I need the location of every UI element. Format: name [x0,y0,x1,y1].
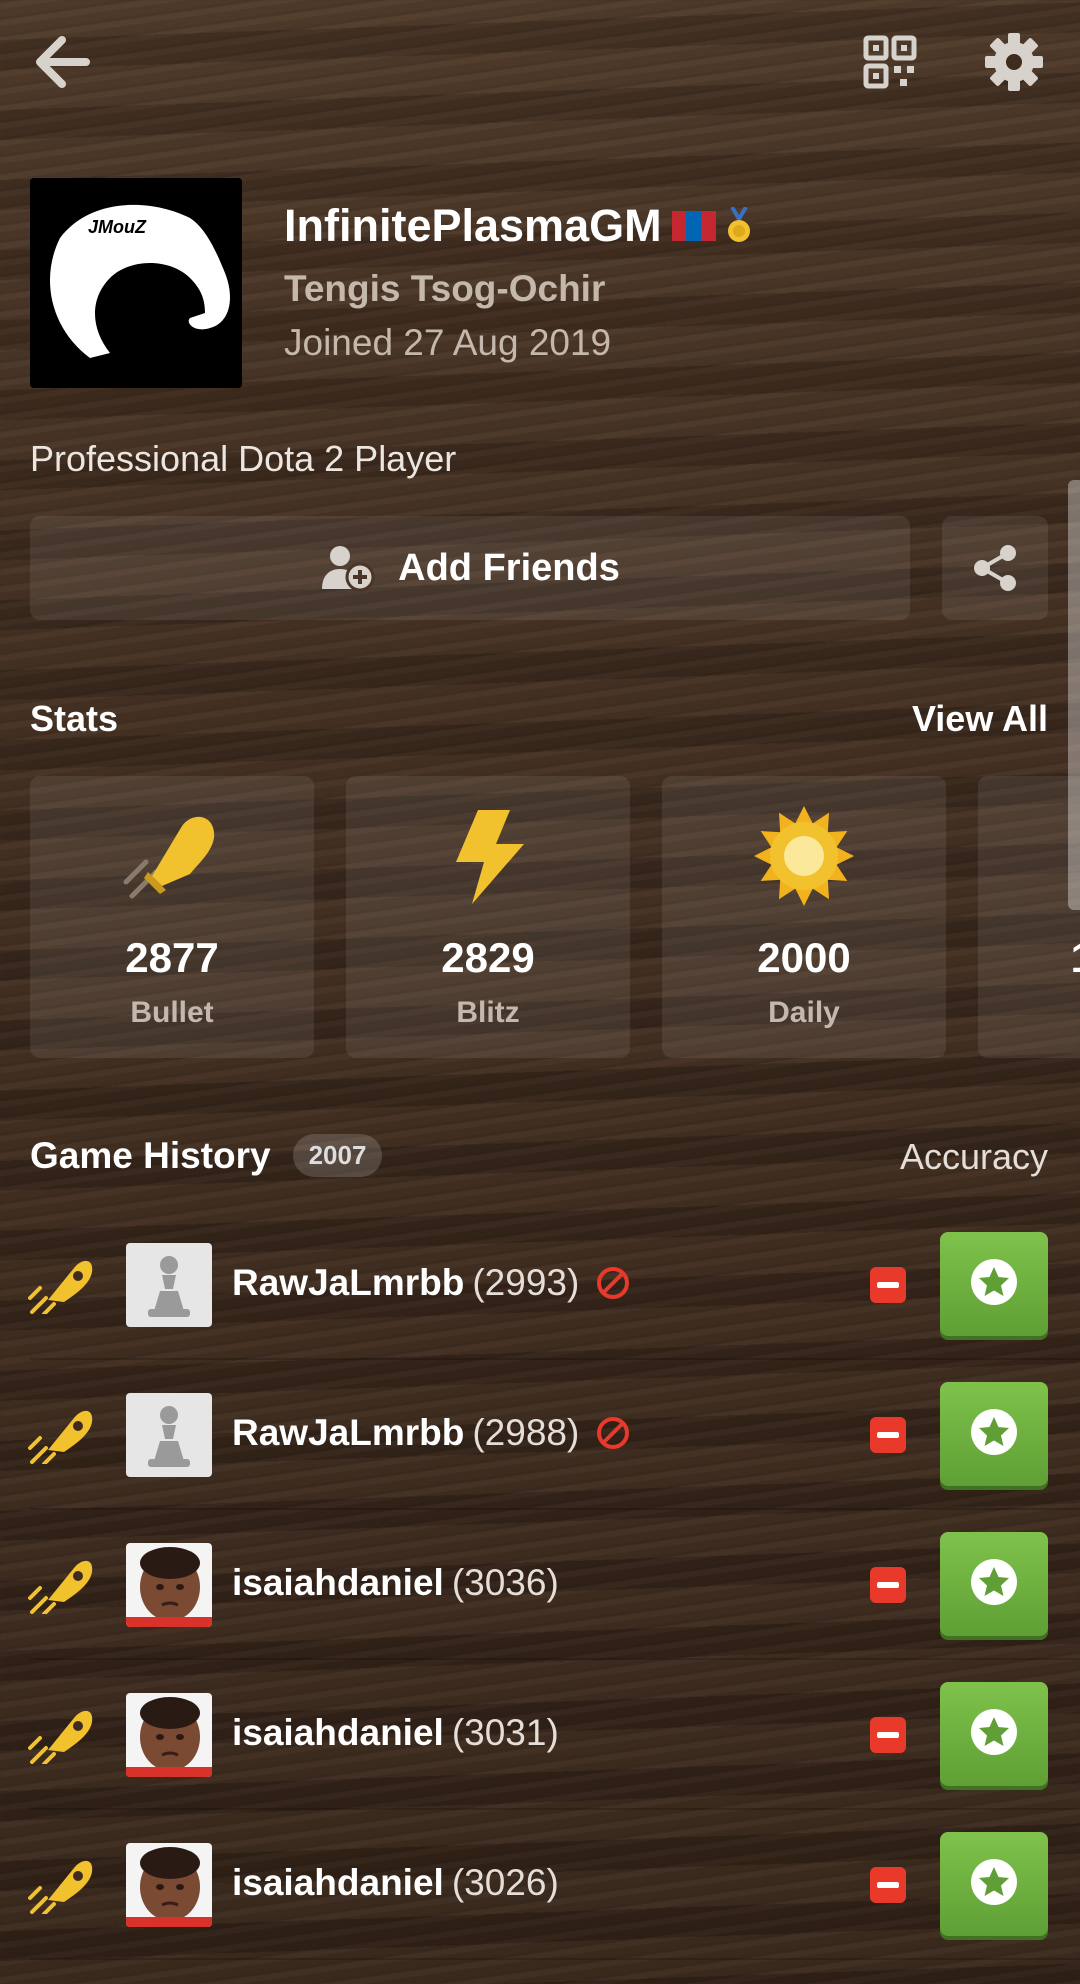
loss-result-icon [870,1567,906,1603]
add-friends-label: Add Friends [398,546,620,589]
bullet-game-icon [28,1554,94,1616]
profile-bio: Professional Dota 2 Player [30,438,457,479]
opponent-avatar [126,1393,212,1477]
opponent-rating: (2993) [472,1262,580,1303]
opponent-avatar [126,1843,212,1927]
game-history-row[interactable]: isaiahdaniel (3026) [0,1810,1080,1960]
game-history-title: Game History [30,1134,271,1176]
star-icon [969,1257,1019,1312]
bullet-game-icon [28,1404,94,1466]
opponent-rating: (3026) [451,1862,559,1903]
stat-card-blitz[interactable]: 2829 Blitz [346,776,630,1058]
loss-result-icon [870,1417,906,1453]
lightning-icon [456,810,524,904]
add-friends-button[interactable]: Add Friends [30,516,910,620]
bullet-game-icon [28,1854,94,1916]
opponent-avatar [126,1543,212,1627]
blocked-icon [595,1265,631,1301]
real-name: Tengis Tsog-Ochir [284,268,606,309]
game-review-button[interactable] [940,1532,1048,1636]
opponent-info: RawJaLmrbb (2988) [232,1412,631,1454]
mongolia-flag-icon [671,211,716,241]
opponent-info: RawJaLmrbb (2993) [232,1262,631,1304]
loss-result-icon [870,1267,906,1303]
opponent-avatar [126,1243,212,1327]
view-all-link[interactable]: View All [912,698,1048,740]
row-divider [30,1958,1080,1960]
svg-text:JMouZ: JMouZ [88,217,147,237]
opponent-rating: (3031) [451,1712,559,1753]
stat-card-partial[interactable]: 1 [978,776,1080,1058]
stat-value: 2000 [757,934,851,981]
medal-icon [727,207,750,242]
game-history-row[interactable]: isaiahdaniel (3036) [0,1510,1080,1660]
game-history-row[interactable]: isaiahdaniel (3031) [0,1660,1080,1810]
game-history-heading: Game History 2007 [30,1134,383,1177]
opponent-avatar [126,1693,212,1777]
opponent-info: isaiahdaniel (3026) [232,1862,559,1904]
star-icon [969,1857,1019,1912]
opponent-info: isaiahdaniel (3031) [232,1712,559,1754]
join-date: Joined 27 Aug 2019 [284,322,612,363]
blocked-icon [595,1415,631,1451]
stat-value: 2877 [125,934,219,981]
qr-code-icon[interactable] [862,34,918,90]
opponent-rating: (2988) [472,1412,580,1453]
share-button[interactable] [942,516,1048,620]
stat-card-daily[interactable]: 2000 Daily [662,776,946,1058]
profile-username-line: InfinitePlasmaGM [284,200,752,252]
game-count-badge: 2007 [292,1134,383,1177]
game-history-row[interactable]: RawJaLmrbb (2988) [0,1360,1080,1510]
loss-result-icon [870,1867,906,1903]
stats-heading: Stats [30,698,119,739]
accuracy-label: Accuracy [899,1136,1048,1177]
game-review-button[interactable] [940,1232,1048,1336]
opponent-rating: (3036) [451,1562,559,1603]
scroll-indicator [1068,480,1080,910]
stat-label: Blitz [456,996,520,1029]
sun-icon [754,806,854,906]
opponent-name: isaiahdaniel [232,1712,444,1753]
game-review-button[interactable] [940,1832,1048,1936]
stat-label: Bullet [130,996,214,1029]
bullet-game-icon [28,1254,94,1316]
stat-value: 2829 [441,934,535,981]
opponent-info: isaiahdaniel (3036) [232,1562,559,1604]
opponent-name: isaiahdaniel [232,1562,444,1603]
star-icon [969,1707,1019,1762]
opponent-name: RawJaLmrbb [232,1412,465,1453]
game-history-row[interactable]: RawJaLmrbb (2993) [0,1210,1080,1360]
game-review-button[interactable] [940,1682,1048,1786]
add-person-icon [322,546,375,592]
profile-avatar: JMouZ [30,178,242,388]
username: InfinitePlasmaGM [284,200,662,251]
opponent-name: isaiahdaniel [232,1862,444,1903]
stat-card-bullet[interactable]: 2877 Bullet [30,776,314,1058]
star-icon [969,1407,1019,1462]
loss-result-icon [870,1717,906,1753]
back-arrow-icon[interactable] [28,30,92,94]
stat-label: Daily [768,996,840,1029]
bullet-game-icon [28,1704,94,1766]
star-icon [969,1557,1019,1612]
opponent-name: RawJaLmrbb [232,1262,465,1303]
share-icon [974,545,1016,591]
bullet-icon [123,816,215,899]
game-review-button[interactable] [940,1382,1048,1486]
settings-gear-icon[interactable] [984,32,1044,92]
stat-value: 1 [1054,934,1080,982]
